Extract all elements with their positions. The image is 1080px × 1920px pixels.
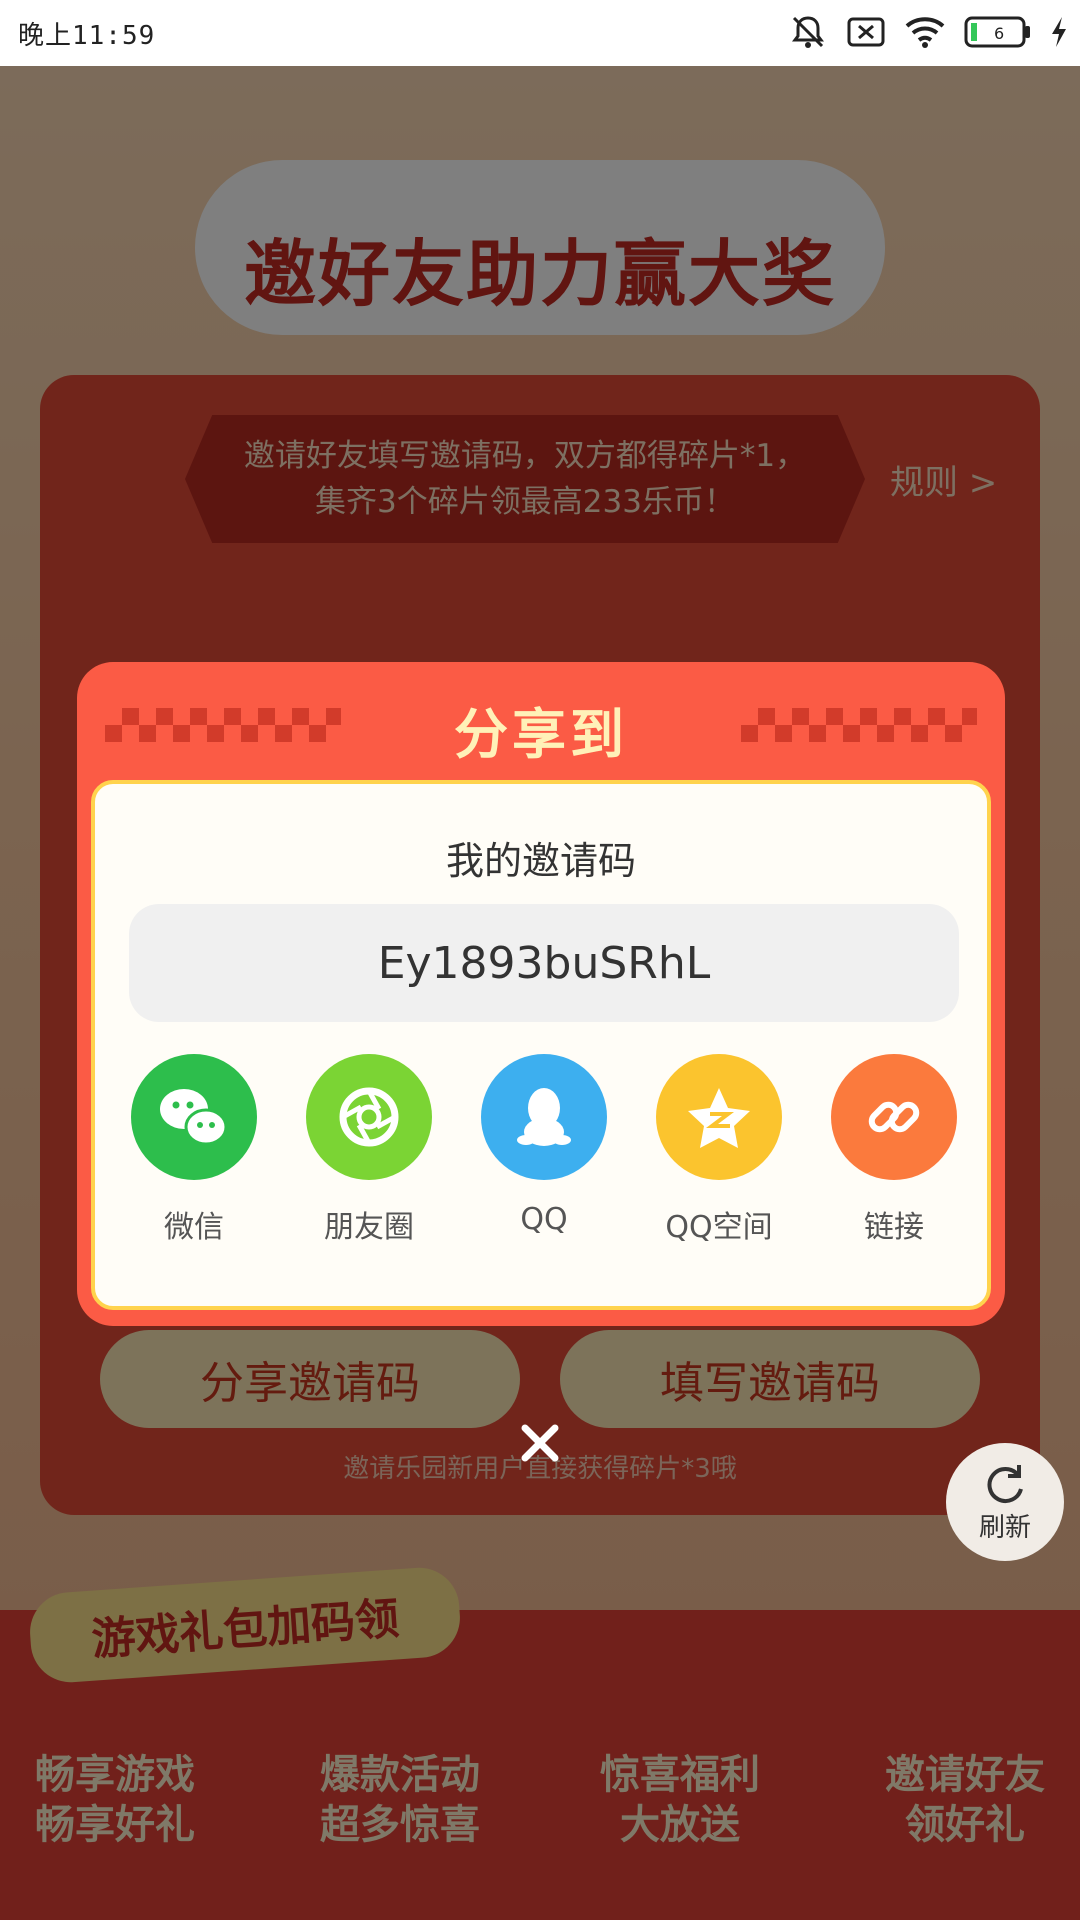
mute-bell-icon (792, 16, 824, 48)
share-qzone-button[interactable]: QQ空间 (654, 1054, 784, 1246)
share-label: QQ (520, 1202, 568, 1237)
status-icons: 6 (788, 12, 1068, 52)
share-label: 朋友圈 (324, 1210, 414, 1245)
invite-code-field[interactable]: Ey1893buSRhL (129, 904, 959, 1022)
close-modal-button[interactable] (503, 1406, 577, 1480)
close-icon (521, 1424, 559, 1462)
wifi-icon (905, 17, 945, 48)
wechat-icon (131, 1054, 257, 1180)
refresh-label: 刷新 (978, 1512, 1031, 1543)
refresh-icon (987, 1464, 1023, 1503)
share-label: QQ空间 (665, 1210, 773, 1245)
link-icon (831, 1054, 957, 1180)
status-bar: 晚上11:59 6 (0, 0, 1080, 66)
moments-icon (306, 1054, 432, 1180)
share-modal: 分享到 我的邀请码 Ey1893buSRhL 微信 朋友圈 QQ QQ空间 链接 (77, 662, 1005, 1326)
qq-icon (481, 1054, 607, 1180)
status-time: 晚上11:59 (18, 20, 156, 51)
no-sim-icon (847, 17, 885, 47)
svg-text:6: 6 (994, 24, 1004, 43)
share-targets: 微信 朋友圈 QQ QQ空间 链接 (129, 1054, 959, 1254)
share-wechat-button[interactable]: 微信 (129, 1054, 259, 1246)
battery-icon: 6 (964, 16, 1030, 48)
share-moments-button[interactable]: 朋友圈 (304, 1054, 434, 1246)
invite-code-label: 我的邀请码 (445, 839, 636, 883)
share-link-button[interactable]: 链接 (829, 1054, 959, 1246)
charging-icon (1052, 17, 1066, 47)
modal-content: 我的邀请码 Ey1893buSRhL 微信 朋友圈 QQ QQ空间 链接 (91, 780, 991, 1310)
share-label: 链接 (864, 1210, 924, 1245)
qzone-icon (656, 1054, 782, 1180)
refresh-button[interactable]: 刷新 (946, 1443, 1064, 1561)
share-qq-button[interactable]: QQ (479, 1054, 609, 1237)
modal-title: 分享到 (454, 703, 628, 766)
share-label: 微信 (164, 1210, 224, 1245)
